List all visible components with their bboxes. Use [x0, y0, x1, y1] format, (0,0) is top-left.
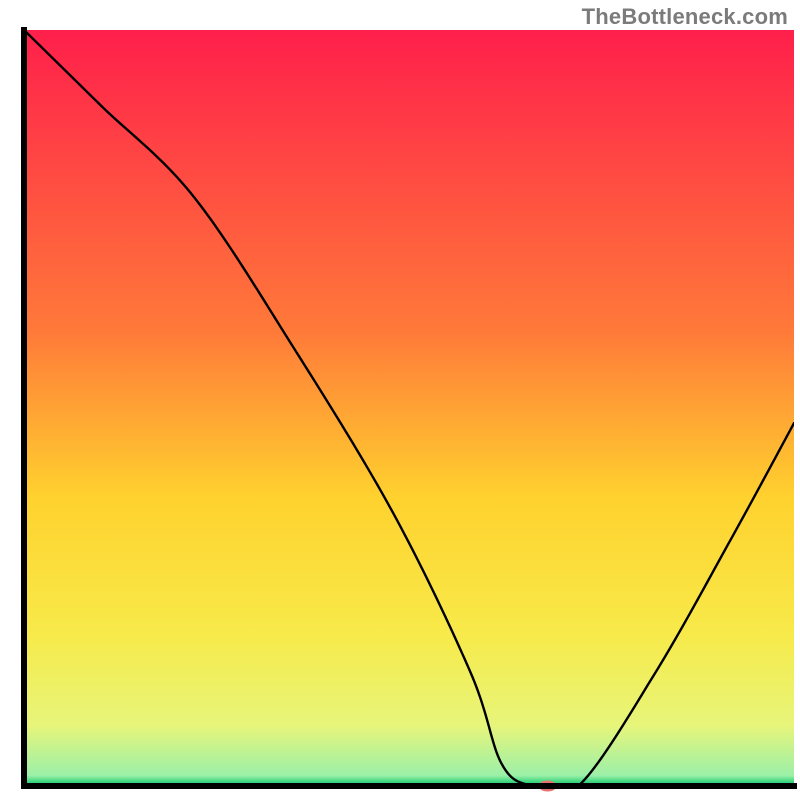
- attribution-label: TheBottleneck.com: [582, 4, 788, 30]
- bottleneck-chart: [0, 0, 800, 800]
- chart-frame: TheBottleneck.com: [0, 0, 800, 800]
- plot-background: [24, 30, 794, 786]
